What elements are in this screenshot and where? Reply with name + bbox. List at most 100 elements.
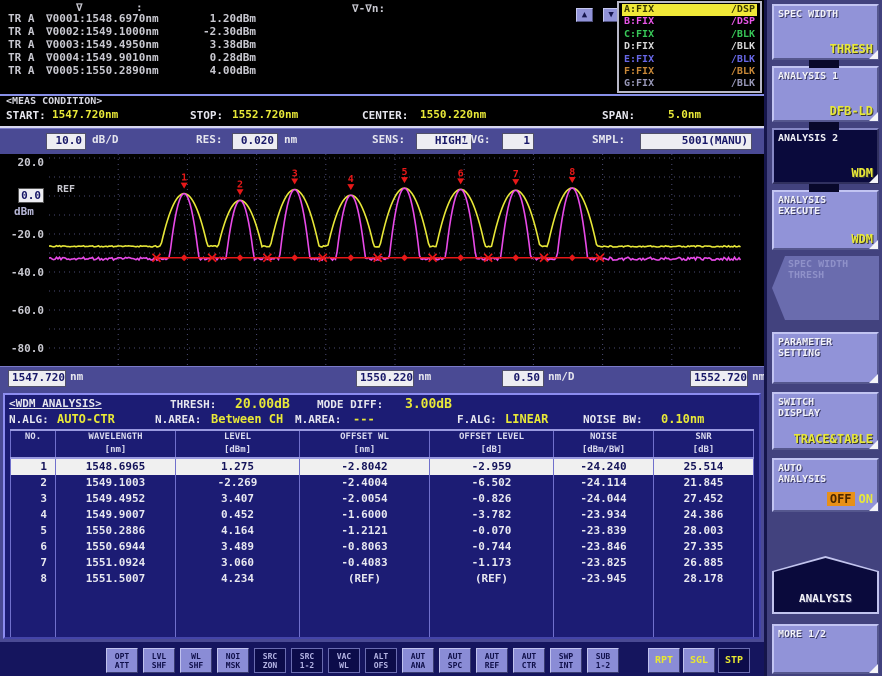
meas-field-label: SPAN: <box>602 109 635 122</box>
delta-marker-label: ∇-∇n: <box>352 2 385 15</box>
marker-trace-prefix: TR A <box>8 38 35 51</box>
function-key-lvl-shf[interactable]: LVLSHF <box>143 648 175 673</box>
table-cell: 1551.5007 <box>56 571 176 587</box>
function-key-aut-ctr[interactable]: AUTCTR <box>513 648 545 673</box>
function-key-opt-att[interactable]: OPTATT <box>106 648 138 673</box>
marker-level: -2.30dBm <box>180 25 256 38</box>
softkey-value: TRACE&TABLE <box>794 432 873 446</box>
function-key-src-1-2[interactable]: SRC1-2 <box>291 648 323 673</box>
table-cell: 1549.9007 <box>56 507 176 523</box>
function-key-src-zon[interactable]: SRCZON <box>254 648 286 673</box>
x-axis-row: 1547.720nm1550.220nm0.50nm/D1552.720nm <box>0 366 764 390</box>
table-row[interactable]: 11548.69651.275-2.8042-2.959-24.24025.51… <box>10 459 754 475</box>
meas-field: STOP: <box>190 109 223 122</box>
trace-status-row[interactable]: F:FIX/BLK <box>622 66 757 78</box>
wdm-param-label: THRESH: <box>170 398 216 411</box>
softkey-title: ANALYSIS 1 <box>778 71 873 82</box>
trace-status-row[interactable]: D:FIX/BLK <box>622 41 757 53</box>
table-cell: 3.407 <box>176 491 300 507</box>
trace-status-row[interactable]: C:FIX/BLK <box>622 29 757 41</box>
table-cell: 1551.0924 <box>56 555 176 571</box>
softkey-analysis-2[interactable]: ANALYSIS 2WDM <box>772 128 879 184</box>
softkey-notch <box>809 184 839 192</box>
function-key-vac-wl[interactable]: VACWL <box>328 648 360 673</box>
table-row[interactable]: 51550.28864.164-1.2121-0.070-23.83928.00… <box>10 523 754 539</box>
table-cell: -24.114 <box>554 475 654 491</box>
meas-field-label: CENTER: <box>362 109 408 122</box>
softkey-notch <box>809 122 839 130</box>
setting-value-box[interactable]: 1 <box>502 133 534 150</box>
function-key-aut-ref[interactable]: AUTREF <box>476 648 508 673</box>
function-key-aut-spc[interactable]: AUTSPC <box>439 648 471 673</box>
setting-label: RES: <box>196 133 223 146</box>
table-cell: -23.825 <box>554 555 654 571</box>
softkey-analysis-execute[interactable]: ANALYSISEXECUTEWDM <box>772 190 879 250</box>
trace-status-row[interactable]: A:FIX/DSP <box>622 4 757 16</box>
trace-status-row[interactable]: E:FIX/BLK <box>622 54 757 66</box>
trace-display-mode: /BLK <box>731 41 755 53</box>
function-key-sub-1-2[interactable]: SUB1-2 <box>587 648 619 673</box>
softkey-title: SWITCH <box>778 397 873 408</box>
table-column-header: SNR[dB] <box>654 431 754 457</box>
softkey-auto-analysis[interactable]: AUTOANALYSISOFFON <box>772 458 879 512</box>
softkey-notch <box>809 60 839 68</box>
x-axis-value-box[interactable]: 1547.720 <box>8 370 66 387</box>
svg-text:3: 3 <box>292 169 298 180</box>
toggle-off[interactable]: OFF <box>827 492 855 506</box>
table-row[interactable]: 71551.09243.060-0.4083-1.173-23.82526.88… <box>10 555 754 571</box>
softkey-parameter-setting[interactable]: PARAMETERSETTING <box>772 332 879 384</box>
table-row[interactable]: 61550.69443.489-0.8063-0.744-23.84627.33… <box>10 539 754 555</box>
softkey-more[interactable]: MORE 1/2 <box>772 624 879 674</box>
function-key-noi-msk[interactable]: NOIMSK <box>217 648 249 673</box>
spectrum-graph: 20.00.0-20.0-40.0-60.0-80.0 dBm REF 1234… <box>0 154 764 366</box>
y-axis-label[interactable]: 0.0 <box>0 189 44 202</box>
function-key-wl-shf[interactable]: WLSHF <box>180 648 212 673</box>
function-key-sgl[interactable]: SGL <box>683 648 715 673</box>
trace-display-mode: /BLK <box>731 54 755 66</box>
marker-trace-prefix: TR A <box>8 51 35 64</box>
softkey-spec-width[interactable]: SPEC WIDTHTHRESH <box>772 4 879 60</box>
wdm-param-value: AUTO-CTR <box>57 412 115 426</box>
table-row[interactable]: 81551.50074.234(REF)(REF)-23.94528.178 <box>10 571 754 587</box>
x-axis-value-box[interactable]: 1550.220 <box>356 370 414 387</box>
table-row[interactable]: 31549.49523.407-2.0054-0.826-24.04427.45… <box>10 491 754 507</box>
ref-level-box[interactable]: 0.0 <box>18 188 44 203</box>
trace-status-row[interactable]: B:FIX/DSP <box>622 16 757 28</box>
x-axis-value-box[interactable]: 1552.720 <box>690 370 748 387</box>
function-key-stp[interactable]: STP <box>718 648 750 673</box>
trace-status-row[interactable]: G:FIX/BLK <box>622 78 757 90</box>
function-key-aut-ana[interactable]: AUTANA <box>402 648 434 673</box>
table-cell: -0.8063 <box>300 539 430 555</box>
svg-text:6: 6 <box>458 168 464 179</box>
setting-value-box[interactable]: 0.020 <box>232 133 278 150</box>
softkey-analysis-1[interactable]: ANALYSIS 1DFB-LD <box>772 66 879 122</box>
table-row[interactable]: 41549.90070.452-1.6000-3.782-23.93424.38… <box>10 507 754 523</box>
table-row[interactable]: 21549.1003-2.269-2.4004-6.502-24.11421.8… <box>10 475 754 491</box>
table-cell: 1549.4952 <box>56 491 176 507</box>
function-key-swp-int[interactable]: SWPINT <box>550 648 582 673</box>
table-cell: 5 <box>10 523 56 539</box>
svg-text:4: 4 <box>348 174 354 185</box>
function-key-alt-ofs[interactable]: ALTOFS <box>365 648 397 673</box>
setting-value-box[interactable]: 10.0 <box>46 133 86 150</box>
table-cell: -23.846 <box>554 539 654 555</box>
table-cell: 27.452 <box>654 491 754 507</box>
table-cell: 7 <box>10 555 56 571</box>
softkey-title: AUTO <box>778 463 873 474</box>
y-axis-label: -40.0 <box>0 266 44 279</box>
wdm-param-label: MODE DIFF: <box>317 398 383 411</box>
x-axis-value-box[interactable]: 0.50 <box>502 370 544 387</box>
x-axis-unit: nm/D <box>548 370 575 383</box>
function-key-rpt[interactable]: RPT <box>648 648 680 673</box>
scroll-up-button[interactable]: ▲ <box>576 8 593 22</box>
wdm-param-value: 20.00dB <box>235 397 290 412</box>
table-cell: 1550.6944 <box>56 539 176 555</box>
softkey-title: THRESH <box>788 270 875 281</box>
setting-value-box[interactable]: 5001(MANU) <box>640 133 752 150</box>
marker-level: 0.28dBm <box>180 51 256 64</box>
table-cell: -2.8042 <box>300 459 430 475</box>
softkey-switch-display[interactable]: SWITCHDISPLAYTRACE&TABLE <box>772 392 879 450</box>
table-cell: 3.060 <box>176 555 300 571</box>
x-axis-unit: nm <box>418 370 431 383</box>
table-column-header: NOISE[dBm/BW] <box>554 431 654 457</box>
